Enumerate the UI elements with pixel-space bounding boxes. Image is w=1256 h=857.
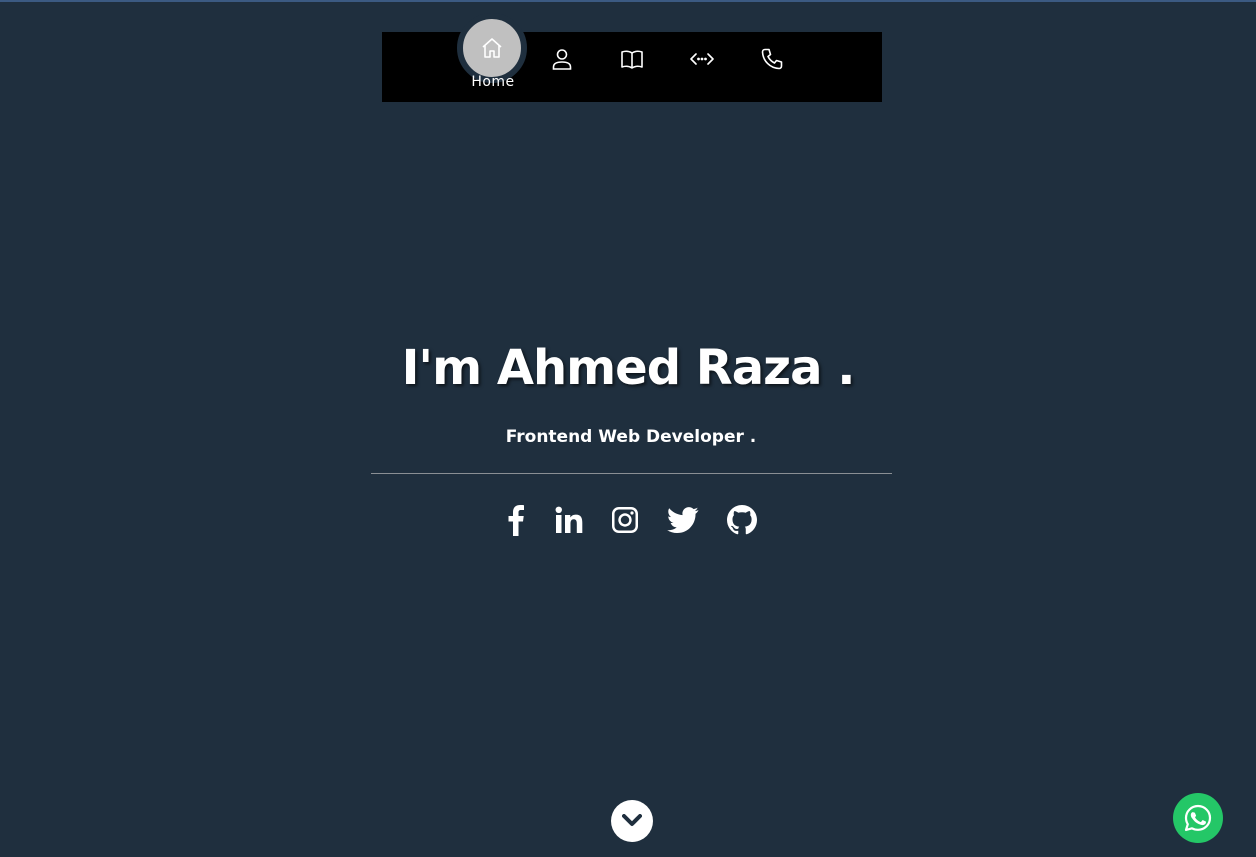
book-icon bbox=[621, 50, 643, 69]
nav-item-about[interactable] bbox=[527, 24, 597, 94]
nav-item-home[interactable] bbox=[457, 13, 527, 102]
whatsapp-icon bbox=[1184, 804, 1212, 832]
facebook-link[interactable] bbox=[503, 503, 529, 537]
nav-label-home: Home bbox=[471, 74, 515, 90]
hero-divider bbox=[371, 473, 892, 474]
linkedin-icon bbox=[555, 506, 583, 533]
github-icon bbox=[727, 505, 757, 535]
nav-item-resume[interactable] bbox=[597, 24, 667, 94]
instagram-icon bbox=[612, 507, 638, 533]
top-border bbox=[0, 0, 1256, 2]
github-link[interactable] bbox=[726, 503, 758, 537]
twitter-icon bbox=[667, 507, 699, 533]
scroll-down-button[interactable] bbox=[611, 800, 653, 842]
nav-item-projects[interactable] bbox=[667, 24, 737, 94]
code-icon bbox=[690, 53, 714, 65]
chevron-down-icon bbox=[622, 814, 642, 826]
whatsapp-button[interactable] bbox=[1173, 793, 1223, 843]
main-navbar: Home bbox=[382, 13, 882, 102]
hero-subtitle: Frontend Web Developer . bbox=[505, 427, 757, 447]
home-icon bbox=[482, 38, 502, 58]
nav-item-contact[interactable] bbox=[737, 24, 807, 94]
hero-title: I'm Ahmed Raza . bbox=[401, 340, 856, 396]
instagram-link[interactable] bbox=[610, 503, 640, 537]
facebook-icon bbox=[508, 505, 524, 536]
user-icon bbox=[552, 49, 572, 70]
linkedin-link[interactable] bbox=[553, 503, 585, 537]
home-active-bubble[interactable] bbox=[457, 13, 527, 83]
phone-icon bbox=[761, 48, 783, 70]
twitter-link[interactable] bbox=[666, 503, 700, 537]
